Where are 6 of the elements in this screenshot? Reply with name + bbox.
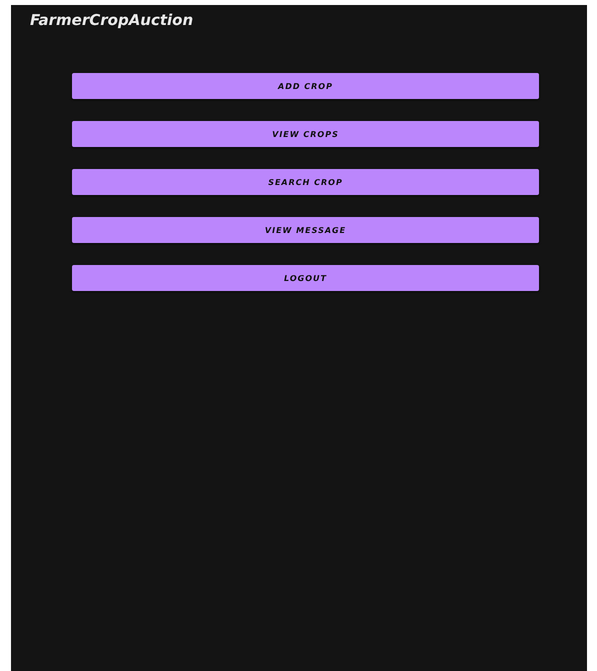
menu-button[interactable]: ADD CROP xyxy=(72,73,539,99)
menu-button[interactable]: SEARCH CROP xyxy=(72,169,539,195)
menu-button[interactable]: LOGOUT xyxy=(72,265,539,291)
app-title: FarmerCropAuction xyxy=(29,10,194,29)
menu-button[interactable]: VIEW CROPS xyxy=(72,121,539,147)
menu-button[interactable]: VIEW MESSAGE xyxy=(72,217,539,243)
